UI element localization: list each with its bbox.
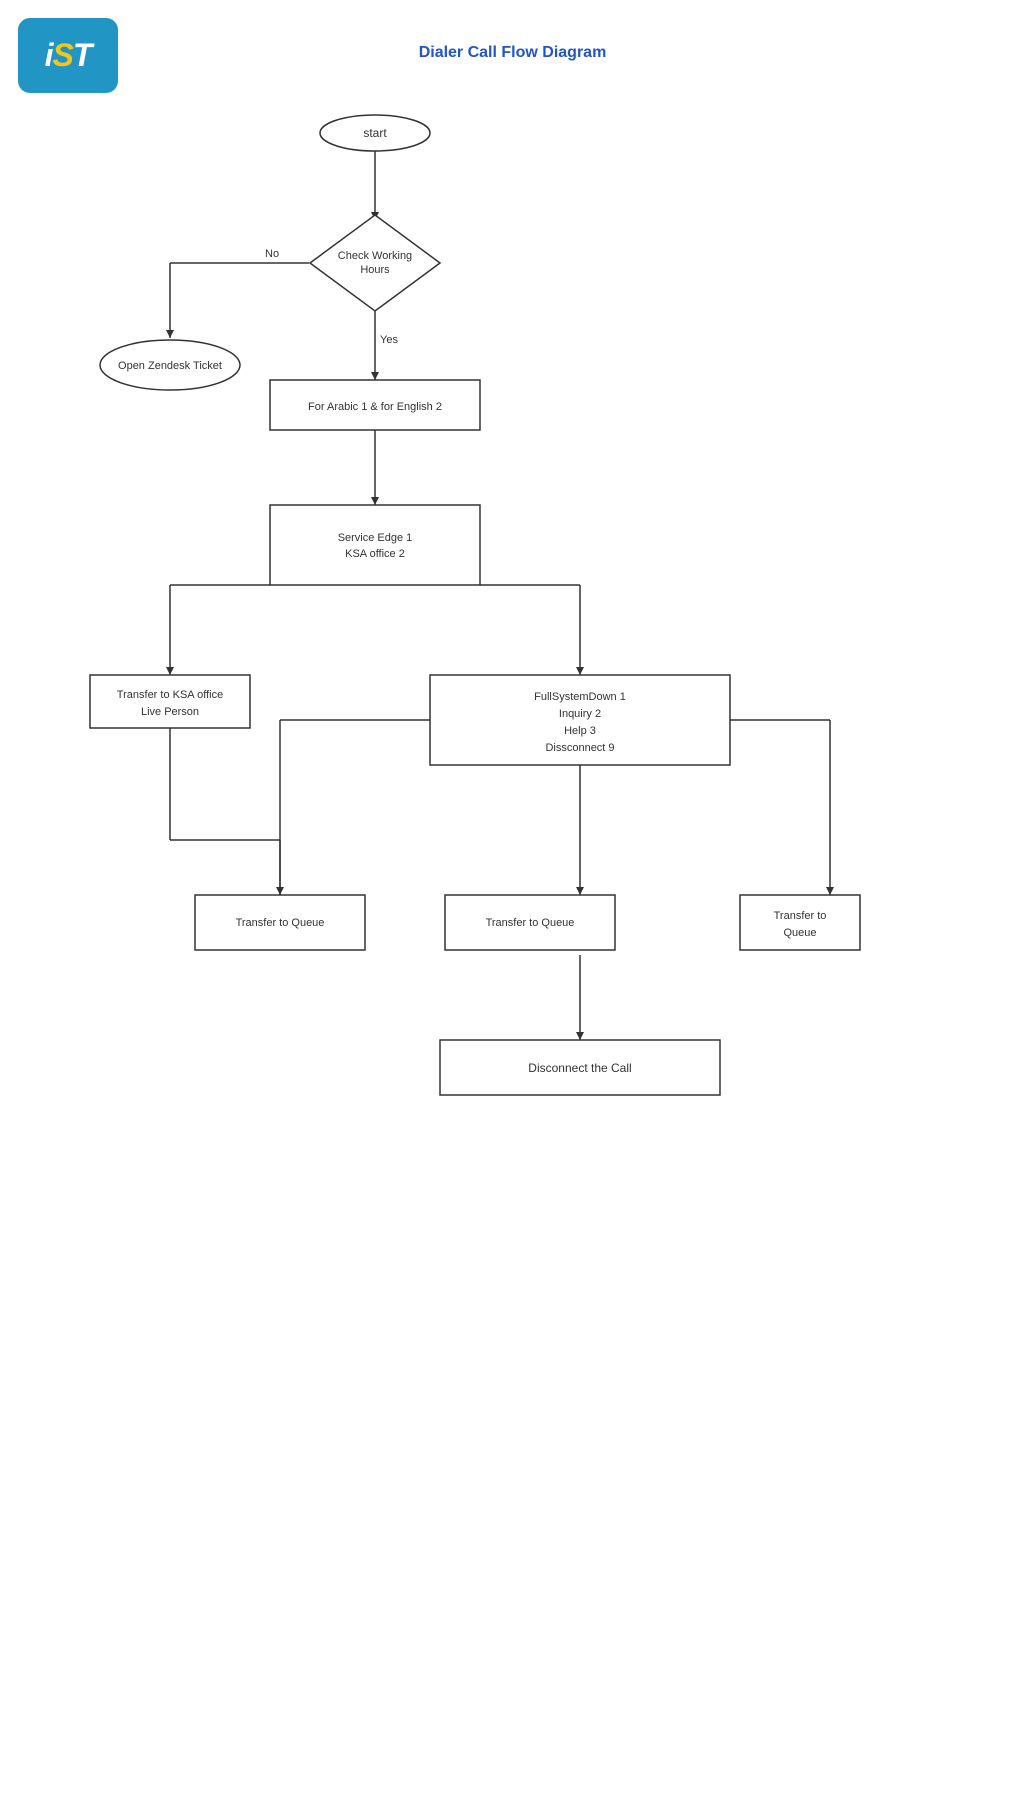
fullsystemdown-label: FullSystemDown 1 [534,691,626,703]
transfer-queue-middle-label: Transfer to Queue [486,917,575,929]
svg-text:Queue: Queue [783,927,816,939]
flow-diagram: Yes No start Check Working Hours Open Ze… [0,85,1025,1485]
transfer-queue-right-label: Transfer to [774,910,827,922]
service-edge-label: Service Edge 1 [338,532,413,544]
check-hours-label: Check Working [338,250,412,262]
svg-text:Yes: Yes [380,334,398,346]
svg-text:Hours: Hours [360,264,390,276]
transfer-ksa-label: Transfer to KSA office [117,689,223,701]
zendesk-label: Open Zendesk Ticket [118,360,222,372]
svg-text:Help 3: Help 3 [564,725,596,737]
disconnect-label: Disconnect the Call [528,1061,631,1075]
svg-text:Live Person: Live Person [141,706,199,718]
start-label: start [363,126,387,140]
transfer-queue-left-label: Transfer to Queue [236,917,325,929]
svg-text:Dissconnect 9: Dissconnect 9 [545,742,614,754]
svg-text:KSA office 2: KSA office 2 [345,548,405,560]
svg-text:No: No [265,248,279,260]
diagram-title: Dialer Call Flow Diagram [0,44,1025,62]
arabic-english-label: For Arabic 1 & for English 2 [308,401,442,413]
svg-text:Inquiry 2: Inquiry 2 [559,708,601,720]
